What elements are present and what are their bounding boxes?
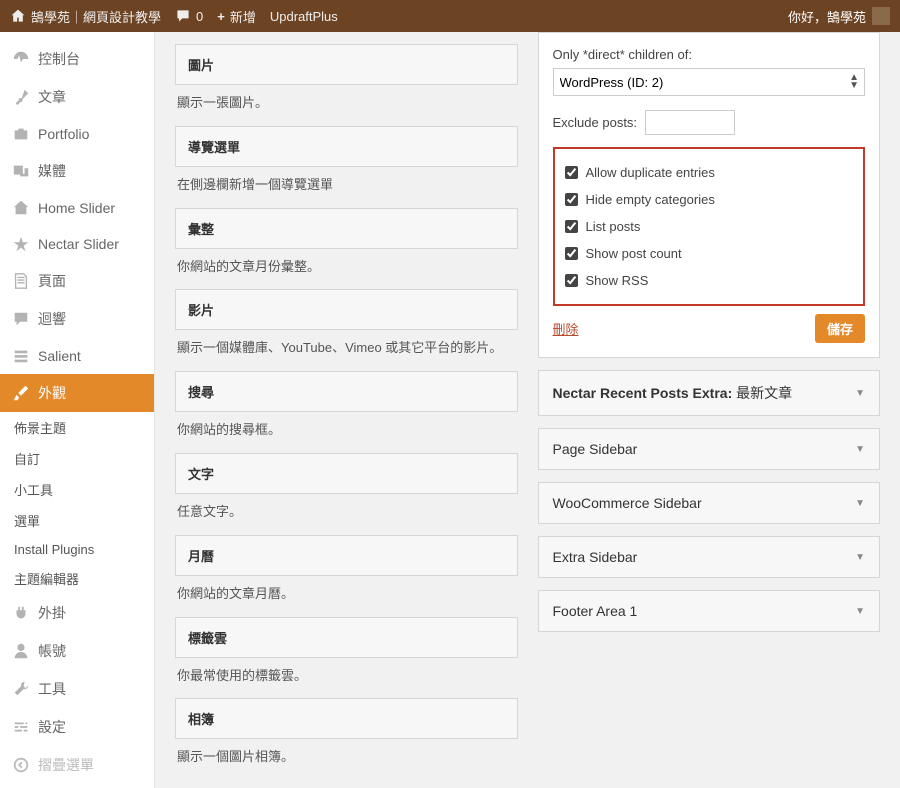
- widget-settings-panel: Only *direct* children of: WordPress (ID…: [538, 32, 881, 358]
- comments-link[interactable]: 0: [175, 8, 203, 24]
- widget-item[interactable]: 月曆: [175, 535, 518, 576]
- chk-duplicate[interactable]: [565, 166, 578, 179]
- comments-count: 0: [196, 9, 203, 24]
- exclude-input[interactable]: [645, 110, 735, 135]
- media-icon: [12, 162, 30, 180]
- widget-recent-posts[interactable]: Nectar Recent Posts Extra: 最新文章 ▼: [538, 370, 881, 416]
- widget-desc: 你最常使用的標籤雲。: [175, 658, 518, 687]
- widget-item[interactable]: 影片: [175, 289, 518, 330]
- greeting-text: 你好，鵠學苑: [788, 7, 866, 26]
- submenu-customize[interactable]: 自訂: [0, 443, 154, 474]
- chk-list-posts[interactable]: [565, 220, 578, 233]
- sidebar-extra[interactable]: Extra Sidebar▼: [538, 536, 881, 578]
- widget-desc: 顯示一張圖片。: [175, 85, 518, 114]
- account-menu[interactable]: 你好，鵠學苑: [788, 7, 890, 26]
- portfolio-icon: [12, 125, 30, 143]
- submenu-menus[interactable]: 選單: [0, 505, 154, 536]
- exclude-label: Exclude posts:: [553, 115, 638, 130]
- chk-show-count[interactable]: [565, 247, 578, 260]
- children-label: Only *direct* children of:: [553, 47, 866, 62]
- widget-desc: 你網站的搜尋框。: [175, 412, 518, 441]
- delete-link[interactable]: 刪除: [553, 319, 579, 338]
- wrench-icon: [12, 680, 30, 698]
- chevron-down-icon: ▼: [855, 552, 865, 563]
- widget-desc: 顯示一個媒體庫、YouTube、Vimeo 或其它平台的影片。: [175, 330, 518, 359]
- submenu-widgets[interactable]: 小工具: [0, 474, 154, 505]
- home-icon: [12, 199, 30, 217]
- chevron-down-icon: ▼: [855, 444, 865, 455]
- star-icon: [12, 235, 30, 253]
- menu-collapse[interactable]: 摺疊選單: [0, 746, 154, 784]
- menu-posts[interactable]: 文章: [0, 78, 154, 116]
- dashboard-icon: [12, 50, 30, 68]
- menu-nectar-slider[interactable]: Nectar Slider: [0, 226, 154, 262]
- menu-plugins[interactable]: 外掛: [0, 594, 154, 632]
- settings-icon: [12, 718, 30, 736]
- widget-item[interactable]: 圖片: [175, 44, 518, 85]
- chevron-down-icon: ▼: [855, 498, 865, 509]
- menu-pages[interactable]: 頁面: [0, 262, 154, 300]
- children-select[interactable]: WordPress (ID: 2): [553, 68, 866, 96]
- plus-icon: +: [217, 9, 225, 24]
- menu-dashboard[interactable]: 控制台: [0, 40, 154, 78]
- widget-desc: 顯示一個圖片相簿。: [175, 739, 518, 768]
- chevron-down-icon: ▼: [855, 606, 865, 617]
- updraft-link[interactable]: UpdraftPlus: [270, 9, 338, 24]
- plug-icon: [12, 604, 30, 622]
- widget-item[interactable]: 導覽選單: [175, 126, 518, 167]
- menu-tools[interactable]: 工具: [0, 670, 154, 708]
- site-title: 鵠學苑｜網頁設計教學: [31, 7, 161, 26]
- add-new-label: 新增: [230, 7, 256, 26]
- sidebar-page[interactable]: Page Sidebar▼: [538, 428, 881, 470]
- submenu-editor[interactable]: 主題編輯器: [0, 563, 154, 594]
- submenu-themes[interactable]: 佈景主題: [0, 412, 154, 443]
- menu-media[interactable]: 媒體: [0, 152, 154, 190]
- salient-icon: [12, 347, 30, 365]
- save-button[interactable]: 儲存: [815, 314, 865, 343]
- checkbox-group: Allow duplicate entries Hide empty categ…: [553, 147, 866, 306]
- available-widgets: 圖片顯示一張圖片。導覽選單在側邊欄新增一個導覽選單彙整你網站的文章月份彙整。影片…: [175, 32, 518, 768]
- comment-icon: [175, 8, 191, 24]
- menu-appearance[interactable]: 外觀: [0, 374, 154, 412]
- brush-icon: [12, 384, 30, 402]
- widget-item[interactable]: 文字: [175, 453, 518, 494]
- user-icon: [12, 642, 30, 660]
- menu-settings[interactable]: 設定: [0, 708, 154, 746]
- admin-topbar: 鵠學苑｜網頁設計教學 0 + 新增 UpdraftPlus 你好，鵠學苑: [0, 0, 900, 32]
- home-icon: [10, 8, 26, 24]
- chevron-down-icon: ▼: [855, 388, 865, 399]
- menu-comments[interactable]: 迴響: [0, 300, 154, 338]
- submenu-install-plugins[interactable]: Install Plugins: [0, 536, 154, 563]
- sidebar-footer1[interactable]: Footer Area 1▼: [538, 590, 881, 632]
- add-new-link[interactable]: + 新增: [217, 7, 256, 26]
- page-icon: [12, 272, 30, 290]
- menu-users[interactable]: 帳號: [0, 632, 154, 670]
- chk-hide-empty[interactable]: [565, 193, 578, 206]
- widget-desc: 任意文字。: [175, 494, 518, 523]
- widget-desc: 在側邊欄新增一個導覽選單: [175, 167, 518, 196]
- menu-portfolio[interactable]: Portfolio: [0, 116, 154, 152]
- site-link[interactable]: 鵠學苑｜網頁設計教學: [10, 7, 161, 26]
- widget-item[interactable]: 相簿: [175, 698, 518, 739]
- widget-item[interactable]: 搜尋: [175, 371, 518, 412]
- comment-icon: [12, 310, 30, 328]
- admin-sidebar: 控制台 文章 Portfolio 媒體 Home Slider Nectar S…: [0, 32, 155, 788]
- collapse-icon: [12, 756, 30, 774]
- chk-show-rss[interactable]: [565, 274, 578, 287]
- sidebar-areas: Only *direct* children of: WordPress (ID…: [538, 32, 881, 768]
- widget-desc: 你網站的文章月曆。: [175, 576, 518, 605]
- pin-icon: [12, 88, 30, 106]
- avatar: [872, 7, 890, 25]
- sidebar-woo[interactable]: WooCommerce Sidebar▼: [538, 482, 881, 524]
- menu-home-slider[interactable]: Home Slider: [0, 190, 154, 226]
- widget-item[interactable]: 標籤雲: [175, 617, 518, 658]
- menu-salient[interactable]: Salient: [0, 338, 154, 374]
- widget-desc: 你網站的文章月份彙整。: [175, 249, 518, 278]
- widget-item[interactable]: 彙整: [175, 208, 518, 249]
